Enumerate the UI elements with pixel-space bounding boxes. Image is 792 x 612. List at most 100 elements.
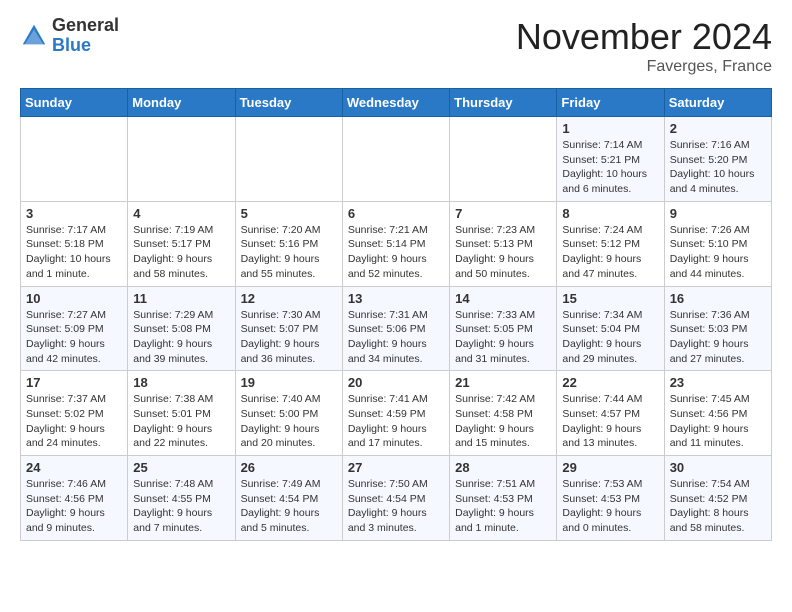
day-info: Sunrise: 7:17 AM Sunset: 5:18 PM Dayligh… <box>26 223 122 282</box>
calendar-cell: 8Sunrise: 7:24 AM Sunset: 5:12 PM Daylig… <box>557 201 664 286</box>
day-number: 10 <box>26 291 122 306</box>
calendar-cell: 26 Sunrise: 7:49 AM Sunset: 4:54 PM Dayli… <box>235 456 342 541</box>
calendar-cell <box>450 117 557 202</box>
calendar-cell: 16 Sunrise: 7:36 AM Sunset: 5:03 PM Dayli… <box>664 286 771 371</box>
day-number: 16 <box>670 291 766 306</box>
calendar-cell: 14Sunrise: 7:33 AM Sunset: 5:05 PM Dayli… <box>450 286 557 371</box>
calendar-cell: 13Sunrise: 7:31 AM Sunset: 5:06 PM Dayli… <box>342 286 449 371</box>
day-number: 17 <box>26 375 122 390</box>
day-number: 21 <box>455 375 551 390</box>
calendar-cell: 1 Sunrise: 7:14 AM Sunset: 5:21 PM Daylig… <box>557 117 664 202</box>
day-info: Sunrise: 7:53 AM Sunset: 4:53 PM Dayligh… <box>562 477 658 536</box>
day-number: 7 <box>455 206 551 221</box>
weekday-header: Thursday <box>450 89 557 117</box>
calendar-cell: 9 Sunrise: 7:26 AM Sunset: 5:10 PM Daylig… <box>664 201 771 286</box>
day-number: 30 <box>670 460 766 475</box>
day-number: 1 <box>562 121 658 136</box>
day-info: Sunrise: 7:16 AM Sunset: 5:20 PM Dayligh… <box>670 138 766 197</box>
calendar-cell: 19 Sunrise: 7:40 AM Sunset: 5:00 PM Dayli… <box>235 371 342 456</box>
weekday-header: Sunday <box>21 89 128 117</box>
day-info: Sunrise: 7:50 AM Sunset: 4:54 PM Dayligh… <box>348 477 444 536</box>
calendar-week-row: 10 Sunrise: 7:27 AM Sunset: 5:09 PM Dayli… <box>21 286 772 371</box>
day-info: Sunrise: 7:23 AM Sunset: 5:13 PM Dayligh… <box>455 223 551 282</box>
day-info: Sunrise: 7:36 AM Sunset: 5:03 PM Dayligh… <box>670 308 766 367</box>
calendar-cell <box>128 117 235 202</box>
calendar-cell: 23 Sunrise: 7:45 AM Sunset: 4:56 PM Dayli… <box>664 371 771 456</box>
day-info: Sunrise: 7:33 AM Sunset: 5:05 PM Dayligh… <box>455 308 551 367</box>
day-info: Sunrise: 7:45 AM Sunset: 4:56 PM Dayligh… <box>670 392 766 451</box>
calendar-cell: 12 Sunrise: 7:30 AM Sunset: 5:07 PM Dayli… <box>235 286 342 371</box>
calendar-cell: 3 Sunrise: 7:17 AM Sunset: 5:18 PM Daylig… <box>21 201 128 286</box>
calendar-body: 1 Sunrise: 7:14 AM Sunset: 5:21 PM Daylig… <box>21 117 772 541</box>
day-number: 20 <box>348 375 444 390</box>
day-number: 11 <box>133 291 229 306</box>
day-info: Sunrise: 7:19 AM Sunset: 5:17 PM Dayligh… <box>133 223 229 282</box>
logo: General Blue <box>20 16 119 56</box>
calendar-cell: 21 Sunrise: 7:42 AM Sunset: 4:58 PM Dayli… <box>450 371 557 456</box>
day-info: Sunrise: 7:38 AM Sunset: 5:01 PM Dayligh… <box>133 392 229 451</box>
calendar-cell: 5 Sunrise: 7:20 AM Sunset: 5:16 PM Daylig… <box>235 201 342 286</box>
day-info: Sunrise: 7:42 AM Sunset: 4:58 PM Dayligh… <box>455 392 551 451</box>
calendar-table: SundayMondayTuesdayWednesdayThursdayFrid… <box>20 88 772 541</box>
day-info: Sunrise: 7:49 AM Sunset: 4:54 PM Dayligh… <box>241 477 337 536</box>
day-number: 8 <box>562 206 658 221</box>
day-number: 6 <box>348 206 444 221</box>
day-number: 22 <box>562 375 658 390</box>
calendar-cell <box>235 117 342 202</box>
day-number: 5 <box>241 206 337 221</box>
day-info: Sunrise: 7:30 AM Sunset: 5:07 PM Dayligh… <box>241 308 337 367</box>
day-info: Sunrise: 7:31 AM Sunset: 5:06 PM Dayligh… <box>348 308 444 367</box>
day-info: Sunrise: 7:37 AM Sunset: 5:02 PM Dayligh… <box>26 392 122 451</box>
calendar-cell: 10 Sunrise: 7:27 AM Sunset: 5:09 PM Dayli… <box>21 286 128 371</box>
day-info: Sunrise: 7:27 AM Sunset: 5:09 PM Dayligh… <box>26 308 122 367</box>
month-title: November 2024 <box>516 16 772 58</box>
day-number: 27 <box>348 460 444 475</box>
day-info: Sunrise: 7:54 AM Sunset: 4:52 PM Dayligh… <box>670 477 766 536</box>
weekday-header: Tuesday <box>235 89 342 117</box>
day-info: Sunrise: 7:20 AM Sunset: 5:16 PM Dayligh… <box>241 223 337 282</box>
day-info: Sunrise: 7:29 AM Sunset: 5:08 PM Dayligh… <box>133 308 229 367</box>
day-info: Sunrise: 7:40 AM Sunset: 5:00 PM Dayligh… <box>241 392 337 451</box>
day-number: 26 <box>241 460 337 475</box>
day-info: Sunrise: 7:26 AM Sunset: 5:10 PM Dayligh… <box>670 223 766 282</box>
day-info: Sunrise: 7:41 AM Sunset: 4:59 PM Dayligh… <box>348 392 444 451</box>
calendar-week-row: 17 Sunrise: 7:37 AM Sunset: 5:02 PM Dayli… <box>21 371 772 456</box>
calendar-cell: 6Sunrise: 7:21 AM Sunset: 5:14 PM Daylig… <box>342 201 449 286</box>
calendar-cell <box>21 117 128 202</box>
day-info: Sunrise: 7:48 AM Sunset: 4:55 PM Dayligh… <box>133 477 229 536</box>
calendar-cell: 22Sunrise: 7:44 AM Sunset: 4:57 PM Dayli… <box>557 371 664 456</box>
day-number: 29 <box>562 460 658 475</box>
day-info: Sunrise: 7:14 AM Sunset: 5:21 PM Dayligh… <box>562 138 658 197</box>
calendar-cell: 25 Sunrise: 7:48 AM Sunset: 4:55 PM Dayli… <box>128 456 235 541</box>
calendar-week-row: 1 Sunrise: 7:14 AM Sunset: 5:21 PM Daylig… <box>21 117 772 202</box>
calendar-cell: 28 Sunrise: 7:51 AM Sunset: 4:53 PM Dayli… <box>450 456 557 541</box>
logo-blue: Blue <box>52 36 119 56</box>
day-number: 28 <box>455 460 551 475</box>
weekday-header: Saturday <box>664 89 771 117</box>
calendar-cell: 11 Sunrise: 7:29 AM Sunset: 5:08 PM Dayli… <box>128 286 235 371</box>
calendar-cell: 30 Sunrise: 7:54 AM Sunset: 4:52 PM Dayli… <box>664 456 771 541</box>
day-info: Sunrise: 7:51 AM Sunset: 4:53 PM Dayligh… <box>455 477 551 536</box>
day-number: 24 <box>26 460 122 475</box>
day-number: 25 <box>133 460 229 475</box>
logo-icon <box>20 22 48 50</box>
weekday-header: Friday <box>557 89 664 117</box>
calendar-cell: 20 Sunrise: 7:41 AM Sunset: 4:59 PM Dayli… <box>342 371 449 456</box>
day-number: 3 <box>26 206 122 221</box>
day-number: 4 <box>133 206 229 221</box>
day-number: 18 <box>133 375 229 390</box>
calendar-cell <box>342 117 449 202</box>
day-info: Sunrise: 7:34 AM Sunset: 5:04 PM Dayligh… <box>562 308 658 367</box>
calendar-cell: 29 Sunrise: 7:53 AM Sunset: 4:53 PM Dayli… <box>557 456 664 541</box>
day-number: 9 <box>670 206 766 221</box>
day-number: 15 <box>562 291 658 306</box>
day-number: 19 <box>241 375 337 390</box>
calendar-cell: 24Sunrise: 7:46 AM Sunset: 4:56 PM Dayli… <box>21 456 128 541</box>
page-header: General Blue November 2024 Faverges, Fra… <box>20 16 772 76</box>
day-number: 23 <box>670 375 766 390</box>
location: Faverges, France <box>516 58 772 76</box>
day-number: 12 <box>241 291 337 306</box>
calendar-cell: 7 Sunrise: 7:23 AM Sunset: 5:13 PM Daylig… <box>450 201 557 286</box>
calendar-cell: 17 Sunrise: 7:37 AM Sunset: 5:02 PM Dayli… <box>21 371 128 456</box>
title-area: November 2024 Faverges, France <box>516 16 772 76</box>
